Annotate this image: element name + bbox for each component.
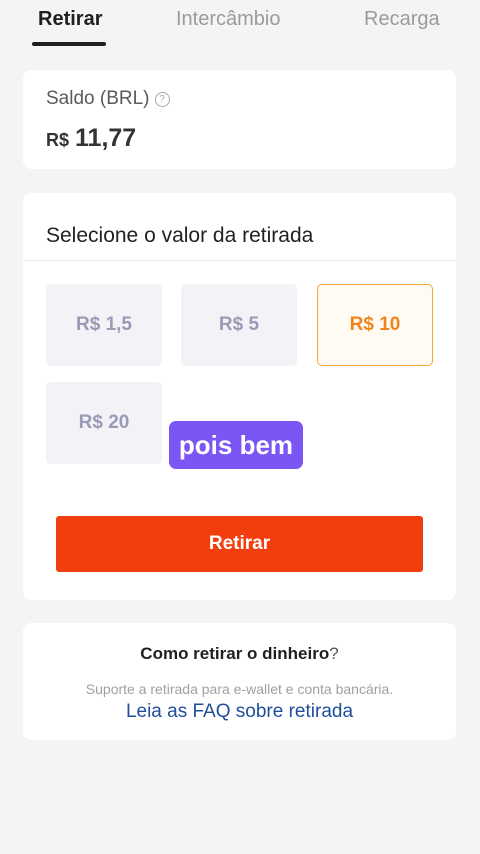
how-to-description: Suporte a retirada para e-wallet e conta… <box>85 681 394 697</box>
how-to-title-text: Como retirar o dinheiro <box>140 644 330 663</box>
withdraw-button[interactable]: Retirar <box>56 516 423 572</box>
how-to-title-question-mark: ? <box>329 644 339 663</box>
tab-intercambio[interactable]: Intercâmbio <box>176 8 281 31</box>
question-circle-icon[interactable]: ? <box>154 91 170 107</box>
how-to-card: Como retirar o dinheiro? Suporte a retir… <box>23 623 456 740</box>
tab-bar: Retirar Intercâmbio Recarga <box>0 0 480 48</box>
amount-option-10-selected[interactable]: R$ 10 <box>317 284 433 366</box>
overlay-text-badge: pois bem <box>169 421 303 469</box>
amount-option-20[interactable]: R$ 20 <box>46 382 162 464</box>
balance-label-row: Saldo (BRL) ? <box>46 88 170 110</box>
balance-amount: 11,77 <box>75 124 137 152</box>
withdraw-amount-card: Selecione o valor da retirada R$ 1,5 R$ … <box>23 193 456 600</box>
select-amount-title: Selecione o valor da retirada <box>46 224 314 247</box>
faq-link[interactable]: Leia as FAQ sobre retirada <box>23 701 456 723</box>
amount-option-5[interactable]: R$ 5 <box>181 284 297 366</box>
divider <box>23 260 456 261</box>
balance-card: Saldo (BRL) ? R$ 11,77 <box>23 70 456 169</box>
balance-currency: R$ <box>46 130 70 150</box>
amount-option-1-5[interactable]: R$ 1,5 <box>46 284 162 366</box>
tab-retirar[interactable]: Retirar <box>38 8 102 31</box>
balance-label: Saldo (BRL) <box>46 88 150 109</box>
balance-value: R$ 11,77 <box>46 124 136 153</box>
active-tab-indicator <box>32 42 106 46</box>
tab-recarga[interactable]: Recarga <box>364 8 440 31</box>
how-to-title: Como retirar o dinheiro? <box>23 644 456 664</box>
